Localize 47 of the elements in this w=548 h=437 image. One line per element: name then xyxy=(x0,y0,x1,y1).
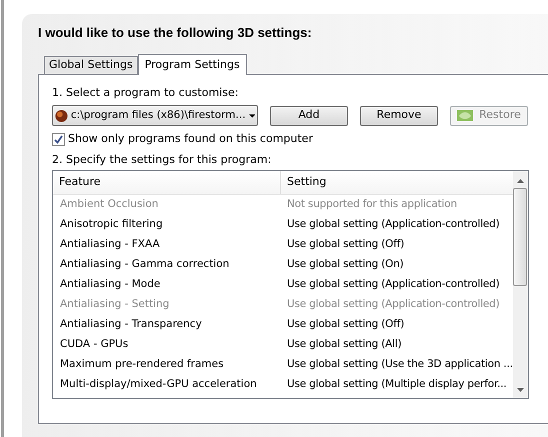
setting-row[interactable]: Antialiasing - Mode Use global setting (Application-controlled) xyxy=(53,275,513,295)
step-label: 1. Select a program to customise: xyxy=(52,85,240,101)
setting-cell-text: Use global setting (Application-controlled) xyxy=(286,277,500,292)
setting-cell-text: Use global setting (Use the 3D application ... xyxy=(286,357,513,372)
program-icon xyxy=(55,108,68,124)
setting-row[interactable]: Multi-display/mixed-GPU acceleration Use global setting (Multiple display perfor... xyxy=(53,375,513,395)
setting-row[interactable]: Maximum pre-rendered frames Use global setting (Use the 3D application ... xyxy=(53,355,513,375)
program-dropdown[interactable]: c:\program files (x86)\firestorm... xyxy=(52,105,258,126)
setting-cell-text: Not supported for this application xyxy=(286,197,457,212)
feature-cell-text: Anisotropic filtering xyxy=(59,217,164,232)
setting-cell-text: Use global setting (All) xyxy=(286,337,402,352)
eye-logo-icon xyxy=(457,110,474,121)
scroll-down-icon xyxy=(516,388,524,392)
scroll-thumb[interactable] xyxy=(513,188,528,286)
checkbox-label: Show only programs found on this computer xyxy=(68,130,313,147)
feature-cell-text: Antialiasing - Mode xyxy=(59,277,162,292)
feature-cell-text: CUDA - GPUs xyxy=(59,337,130,352)
feature-cell-text: Antialiasing - Transparency xyxy=(59,317,203,332)
setting-row[interactable]: CUDA - GPUs Use global setting (All) xyxy=(53,335,513,355)
setting-cell-text: Use global setting (Off) xyxy=(286,317,404,332)
feature-cell-text: Ambient Occlusion xyxy=(59,197,160,212)
column-header[interactable]: Setting xyxy=(281,171,513,194)
tab[interactable]: Global Settings xyxy=(44,56,138,74)
setting-row[interactable]: Antialiasing - Transparency Use global setting (Off) xyxy=(53,315,513,335)
feature-cell-text: Maximum pre-rendered frames xyxy=(59,357,225,372)
scroll-up-icon xyxy=(516,179,524,183)
step-label: 2. Specify the settings for this program: xyxy=(52,152,272,168)
setting-cell-text: Use global setting (Off) xyxy=(286,237,404,252)
tab[interactable]: Program Settings xyxy=(138,54,247,75)
checkbox[interactable] xyxy=(52,132,65,146)
setting-row[interactable]: Anisotropic filtering Use global setting (Application-controlled) xyxy=(53,215,513,235)
setting-cell-text: Use global setting (Multiple display perfor... xyxy=(286,377,507,392)
feature-cell-text: Antialiasing - FXAA xyxy=(59,237,161,252)
setting-cell-text: Use global setting (On) xyxy=(286,257,404,272)
setting-cell-text: Use global setting (Application-controlled) xyxy=(286,297,500,312)
feature-cell-text: Antialiasing - Gamma correction xyxy=(59,257,230,272)
action-button[interactable]: Remove xyxy=(360,106,438,126)
feature-cell-text: Antialiasing - Setting xyxy=(59,297,170,312)
setting-row[interactable]: Antialiasing - FXAA Use global setting (Off) xyxy=(53,235,513,255)
column-header[interactable]: Feature xyxy=(53,171,281,194)
feature-cell-text: Multi-display/mixed-GPU acceleration xyxy=(59,377,258,392)
setting-cell-text: Use global setting (Application-controlled) xyxy=(286,217,500,232)
scrollbar[interactable] xyxy=(512,171,528,398)
dropdown-caret-icon xyxy=(248,114,255,118)
setting-row[interactable]: Antialiasing - Gamma correction Use global setting (On) xyxy=(53,255,513,275)
section-heading: I would like to use the following 3D settings: xyxy=(38,24,313,40)
action-button[interactable]: Add xyxy=(270,106,348,126)
